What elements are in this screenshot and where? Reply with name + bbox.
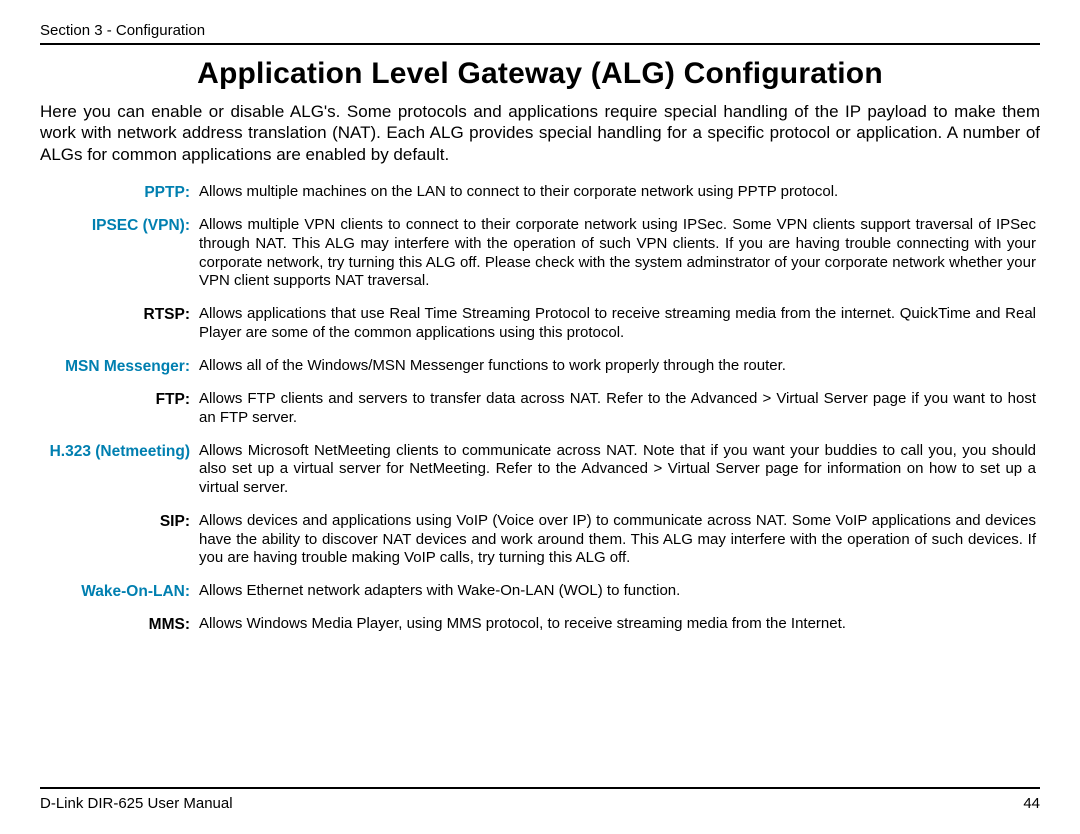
desc-ipsec: Allows multiple VPN clients to connect t… [194,216,1036,291]
desc-sip: Allows devices and applications using Vo… [194,512,1036,568]
page-footer: D-Link DIR-625 User Manual 44 [40,787,1040,812]
definition-row: FTP: Allows FTP clients and servers to t… [48,390,1036,428]
term-rtsp: RTSP: [48,305,194,343]
term-h323: H.323 (Netmeeting) [48,442,194,498]
definition-row: PPTP: Allows multiple machines on the LA… [48,183,1036,202]
page-title: Application Level Gateway (ALG) Configur… [40,57,1040,91]
desc-ftp: Allows FTP clients and servers to transf… [194,390,1036,428]
term-wol: Wake-On-LAN: [48,582,194,601]
desc-pptp: Allows multiple machines on the LAN to c… [194,183,1036,202]
footer-rule [40,787,1040,789]
definition-row: Wake-On-LAN: Allows Ethernet network ada… [48,582,1036,601]
desc-h323: Allows Microsoft NetMeeting clients to c… [194,442,1036,498]
definition-list: PPTP: Allows multiple machines on the LA… [48,183,1036,635]
desc-mms: Allows Windows Media Player, using MMS p… [194,615,1036,634]
definition-row: MSN Messenger: Allows all of the Windows… [48,357,1036,376]
desc-msn: Allows all of the Windows/MSN Messenger … [194,357,1036,376]
term-msn: MSN Messenger: [48,357,194,376]
page-number: 44 [1023,795,1040,812]
term-sip: SIP: [48,512,194,568]
term-pptp: PPTP: [48,183,194,202]
definition-row: MMS: Allows Windows Media Player, using … [48,615,1036,634]
definition-row: SIP: Allows devices and applications usi… [48,512,1036,568]
desc-wol: Allows Ethernet network adapters with Wa… [194,582,1036,601]
term-mms: MMS: [48,615,194,634]
intro-paragraph: Here you can enable or disable ALG's. So… [40,101,1040,165]
desc-rtsp: Allows applications that use Real Time S… [194,305,1036,343]
definition-row: H.323 (Netmeeting) Allows Microsoft NetM… [48,442,1036,498]
term-ftp: FTP: [48,390,194,428]
definition-row: IPSEC (VPN): Allows multiple VPN clients… [48,216,1036,291]
definition-row: RTSP: Allows applications that use Real … [48,305,1036,343]
term-ipsec: IPSEC (VPN): [48,216,194,291]
header-rule [40,43,1040,45]
manual-name: D-Link DIR-625 User Manual [40,795,233,812]
section-header: Section 3 - Configuration [40,22,1040,43]
